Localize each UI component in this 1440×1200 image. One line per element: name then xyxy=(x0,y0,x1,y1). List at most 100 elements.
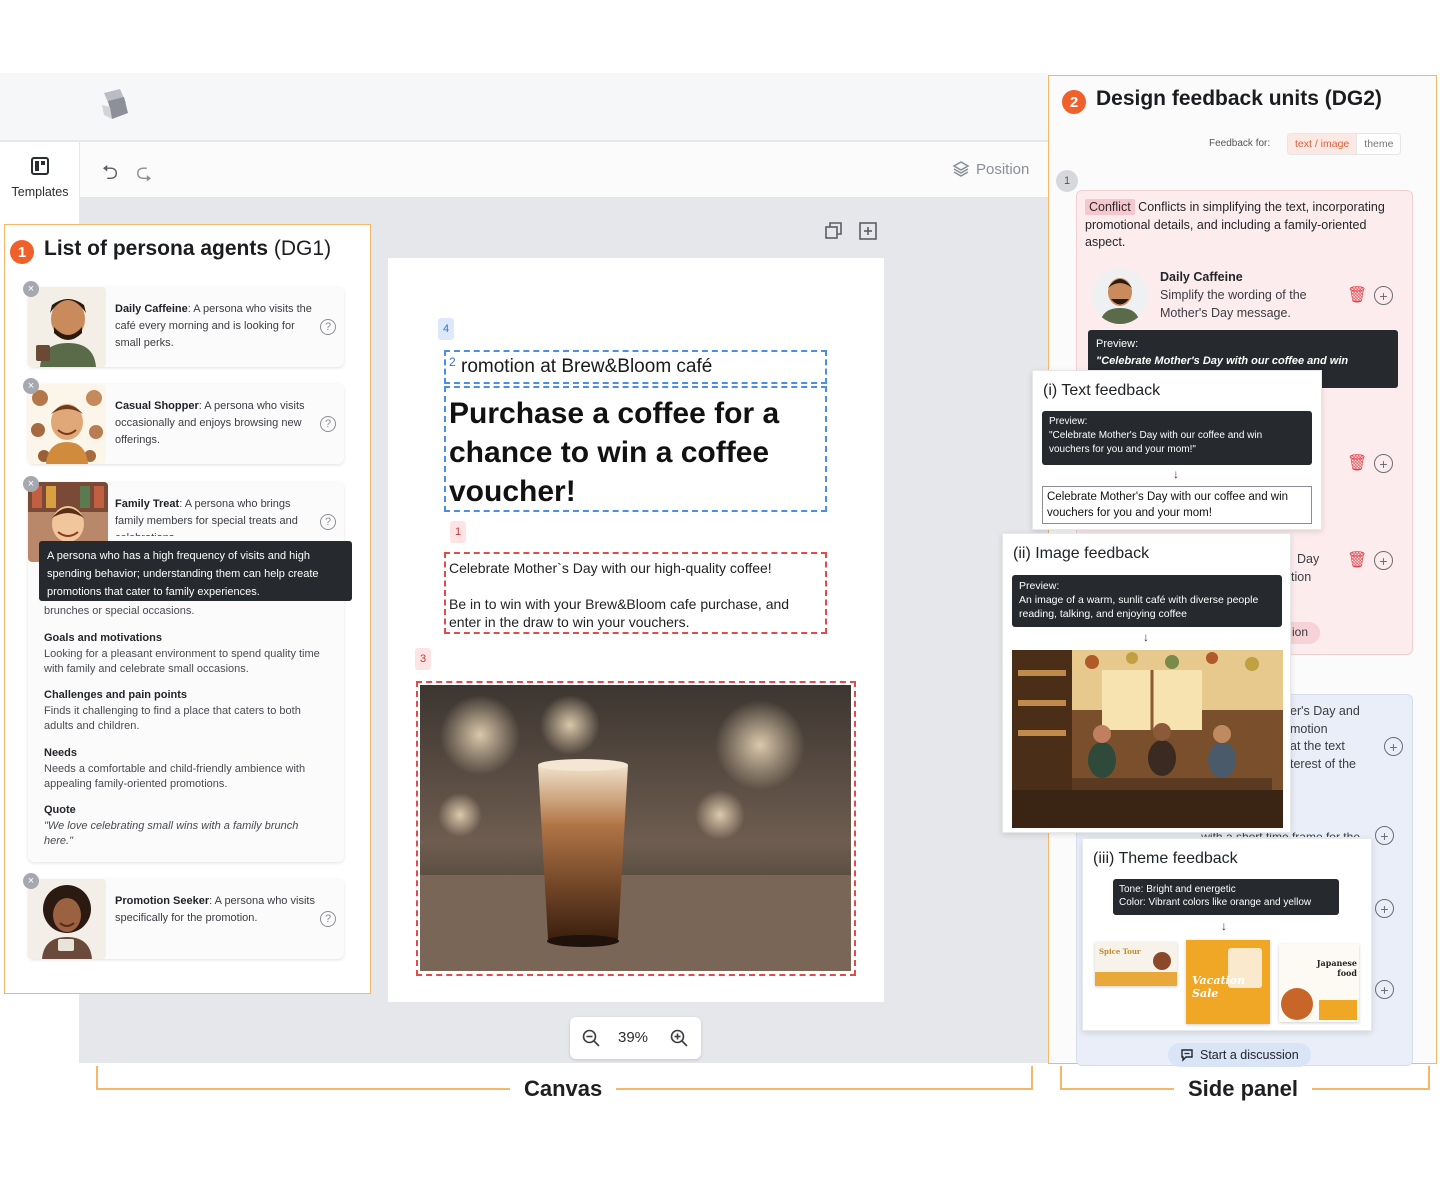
help-icon[interactable]: ? xyxy=(320,319,336,335)
seg-theme[interactable]: theme xyxy=(1356,134,1401,154)
persona-card-promotion-seeker[interactable]: Promotion Seeker: A persona who visits s… xyxy=(28,879,344,959)
body-line-2: Be in to win with your Brew&Bloom cafe p… xyxy=(449,596,790,630)
goals-heading: Goals and motivations xyxy=(44,632,162,644)
quote-heading: Quote xyxy=(44,804,76,816)
unit-number-badge: 1 xyxy=(1056,170,1078,192)
remove-persona-icon[interactable]: × xyxy=(23,378,39,394)
start-discussion-button[interactable]: Start a discussion xyxy=(1168,1043,1311,1067)
feedback-avatar xyxy=(1092,268,1148,324)
persona-panel-title: List of persona agents (DG1) xyxy=(44,237,331,261)
persona-desc-line: A persona who xyxy=(204,400,278,412)
zoom-control: 39% xyxy=(570,1017,701,1059)
thumb-title: Spice Tour xyxy=(1099,947,1141,956)
trash-icon[interactable]: 🗑 xyxy=(1347,550,1367,570)
side-fragment-line: terest of the xyxy=(1290,756,1357,771)
headline-text: Purchase a coffee for a chance to win a … xyxy=(449,397,780,508)
side-panel-label: Side panel xyxy=(1174,1076,1313,1102)
persona-description: Family Treat: A persona who brings famil… xyxy=(115,496,320,536)
help-icon[interactable]: ? xyxy=(320,416,336,432)
zoom-out-icon[interactable] xyxy=(582,1029,600,1047)
persona-panel-title-suffix: (DG1) xyxy=(273,237,332,260)
trash-icon[interactable]: 🗑 xyxy=(1347,453,1367,473)
undo-icon[interactable]: ⮌ xyxy=(102,158,118,192)
conflict-summary: Conflict Conflicts in simplifying the te… xyxy=(1085,199,1403,252)
canvas-label: Canvas xyxy=(510,1076,617,1102)
theme-thumb-spice-tour[interactable]: Spice Tour xyxy=(1095,942,1177,986)
preview-label: Preview: xyxy=(1096,338,1139,350)
add-icon[interactable]: + xyxy=(1374,286,1393,305)
add-icon[interactable]: + xyxy=(1375,899,1394,918)
image-feedback-popup: (ii) Image feedback Preview: An image of… xyxy=(1002,533,1291,833)
theme-thumb-vacation-sale[interactable]: Vacation Sale xyxy=(1186,940,1270,1024)
persona-avatar xyxy=(28,384,106,464)
theme-thumb-japanese-food[interactable]: Japanese food xyxy=(1279,944,1359,1022)
templates-icon xyxy=(31,157,49,175)
persona-card-casual-shopper[interactable]: Casual Shopper: A persona who visits occ… xyxy=(28,384,344,464)
duplicate-icon[interactable] xyxy=(824,221,844,241)
conflict-badge: Conflict xyxy=(1085,199,1135,215)
zoom-level: 39% xyxy=(618,1029,649,1046)
goals-text: Looking for a pleasant environment to sp… xyxy=(44,648,320,675)
add-icon[interactable]: + xyxy=(1375,980,1394,999)
element-tag-1[interactable]: 1 xyxy=(450,521,466,543)
chat-icon xyxy=(1181,1049,1193,1062)
needs-text: Needs a comfortable and child-friendly a… xyxy=(44,763,306,790)
remove-persona-icon[interactable]: × xyxy=(23,281,39,297)
preview-text: "Celebrate Mother's Day with our coffee … xyxy=(1096,355,1349,367)
thumb-title: Japanese food xyxy=(1316,958,1357,978)
persona-avatar xyxy=(28,879,106,959)
position-button[interactable]: Position xyxy=(952,160,1029,178)
subtitle-textbox[interactable]: 2 romotion at Brew&Bloom café xyxy=(444,350,827,384)
persona-panel-title-text: List of persona agents xyxy=(44,237,269,260)
add-icon[interactable]: + xyxy=(1374,454,1393,473)
side-panel-title: Design feedback units (DG2) xyxy=(1096,87,1382,110)
element-tag-4[interactable]: 4 xyxy=(438,318,454,340)
trash-icon[interactable]: 🗑 xyxy=(1347,285,1367,305)
persona-card-family-treat[interactable]: Family Treat: A persona who brings famil… xyxy=(28,482,344,862)
feedback-persona-name: Daily Caffeine xyxy=(1160,270,1243,284)
needs-heading: Needs xyxy=(44,747,78,759)
element-tag-3[interactable]: 3 xyxy=(415,648,431,670)
persona-card-daily-caffeine[interactable]: Daily Caffeine: A persona who visits the… xyxy=(28,287,344,367)
theme-tone: Tone: Bright and energetic xyxy=(1119,884,1236,895)
headline-textbox[interactable]: Purchase a coffee for a chance to win a … xyxy=(444,386,827,512)
help-icon[interactable]: ? xyxy=(320,514,336,530)
body-textbox[interactable]: Celebrate Mother`s Day with our high-qua… xyxy=(444,552,827,634)
add-page-icon[interactable] xyxy=(858,221,878,241)
thumb-bowl xyxy=(1281,988,1313,1020)
text-feedback-result: Celebrate Mother's Day with our coffee a… xyxy=(1042,486,1312,524)
theme-feedback-popup: (iii) Theme feedback Tone: Bright and en… xyxy=(1082,838,1372,1031)
redo-icon[interactable]: ⮎ xyxy=(136,158,152,192)
preview-label: Preview: xyxy=(1019,580,1060,592)
side-fragment-pill[interactable]: ion xyxy=(1286,622,1320,644)
remove-persona-icon[interactable]: × xyxy=(23,873,39,889)
quote-text: "We love celebrating small wins with a f… xyxy=(44,820,299,847)
challenges-heading: Challenges and pain points xyxy=(44,689,188,701)
add-icon[interactable]: + xyxy=(1384,737,1403,756)
templates-nav[interactable]: Templates xyxy=(0,156,80,199)
side-fragment: tion xyxy=(1291,570,1312,584)
persona-description: Promotion Seeker: A persona who visits s… xyxy=(115,895,315,924)
persona-description: Daily Caffeine: A persona who visits the… xyxy=(115,303,312,349)
remove-persona-icon[interactable]: × xyxy=(23,476,39,492)
help-icon[interactable]: ? xyxy=(320,911,336,927)
zoom-in-icon[interactable] xyxy=(670,1029,688,1047)
add-icon[interactable]: + xyxy=(1374,551,1393,570)
add-icon[interactable]: + xyxy=(1375,826,1394,845)
persona-tooltip: A persona who has a high frequency of vi… xyxy=(39,541,352,601)
feedback-segmented-control: text / image theme xyxy=(1287,133,1402,155)
persona-desc-line: A persona who xyxy=(184,498,258,510)
side-fragment-line: er's Day and xyxy=(1290,704,1360,718)
image-feedback-preview: Preview: An image of a warm, sunlit café… xyxy=(1012,575,1282,627)
thumb-band xyxy=(1319,1000,1357,1020)
image-frame[interactable] xyxy=(416,681,856,976)
persona-avatar xyxy=(28,287,106,367)
toolbar: ⮌ ⮎ Position xyxy=(80,142,1048,198)
persona-name: Casual Shopper xyxy=(115,400,199,412)
side-fragment: Day xyxy=(1297,552,1320,566)
element-tag-2: 2 xyxy=(449,355,456,369)
persona-name: Daily Caffeine xyxy=(115,303,188,315)
preview-text: "Celebrate Mother's Day with our coffee … xyxy=(1049,430,1263,455)
seg-text-image[interactable]: text / image xyxy=(1288,134,1357,154)
side-panel-number: 2 xyxy=(1062,90,1086,114)
